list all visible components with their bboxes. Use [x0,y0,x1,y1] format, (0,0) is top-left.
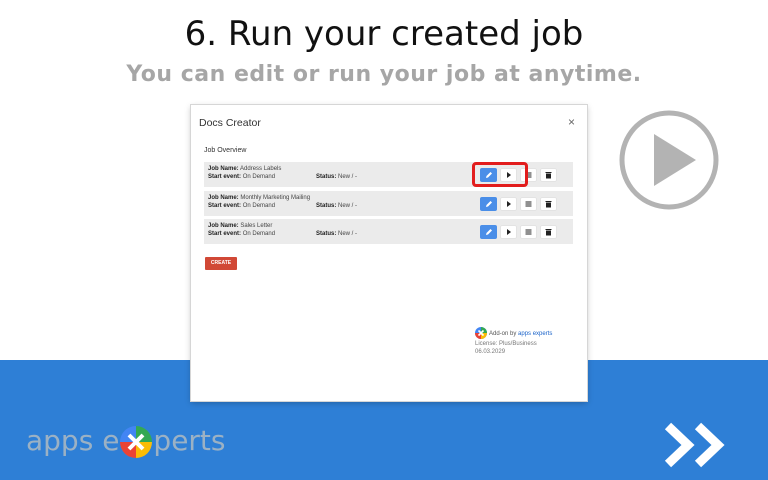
slide-title: 6. Run your created job [184,14,584,54]
next-chevrons-icon[interactable] [664,422,738,468]
docs-creator-dialog: Docs Creator × Job Overview Job Name: Ad… [191,105,587,401]
status-label: Status: [316,174,337,180]
edit-button[interactable] [480,197,497,211]
details-button[interactable] [520,225,537,239]
job-name-label: Job Name: [208,195,239,201]
trash-icon [545,172,552,179]
row-actions [480,197,557,211]
start-event-label: Start event: [208,203,242,209]
job-row: Job Name: Sales Letter Start event: On D… [204,219,573,244]
job-row: Job Name: Monthly Marketing Mailing Star… [204,191,573,216]
status-label: Status: [316,231,337,237]
play-circle-icon [619,110,719,210]
slide-subtitle: You can edit or run your job at anytime. [126,62,642,87]
trash-icon [545,229,552,236]
create-button[interactable]: CREATE [205,257,237,270]
delete-button[interactable] [540,168,557,182]
license-text: License: Plus/Business [475,341,537,347]
edit-icon [486,201,492,207]
play-icon [507,229,511,235]
start-event-label: Start event: [208,231,242,237]
job-name: Address Labels [240,166,282,172]
list-icon [525,229,532,235]
addon-prefix: Add-on by [489,331,517,337]
highlight-box [472,162,528,187]
status-value: New / - [338,203,358,209]
start-event: On Demand [242,174,276,180]
details-button[interactable] [520,197,537,211]
logo-x-icon [120,426,153,458]
start-event: On Demand [242,231,276,237]
logo-text-left: apps e [26,424,120,457]
apps-experts-link[interactable]: apps experts [518,331,552,337]
status-label: Status: [316,203,337,209]
start-event-label: Start event: [208,174,242,180]
list-icon [525,201,532,207]
status-value: New / - [338,231,358,237]
close-icon[interactable]: × [568,115,575,129]
logo-text-right: perts [153,424,226,457]
job-name-label: Job Name: [208,223,239,229]
dialog-title: Docs Creator [199,117,261,129]
row-actions [480,225,557,239]
start-event: On Demand [242,203,276,209]
job-name: Sales Letter [240,223,273,229]
edit-button[interactable] [480,225,497,239]
status-value: New / - [338,174,358,180]
delete-button[interactable] [540,197,557,211]
trash-icon [545,201,552,208]
edit-icon [486,229,492,235]
license-date: 06.03.2029 [475,349,506,355]
delete-button[interactable] [540,225,557,239]
play-icon [507,201,511,207]
run-button[interactable] [500,225,517,239]
apps-experts-logo-icon [475,327,487,339]
run-button[interactable] [500,197,517,211]
job-name-label: Job Name: [208,166,239,172]
job-overview-heading: Job Overview [204,147,247,154]
apps-experts-logo: apps e perts [26,424,226,459]
job-name: Monthly Marketing Mailing [240,195,311,201]
